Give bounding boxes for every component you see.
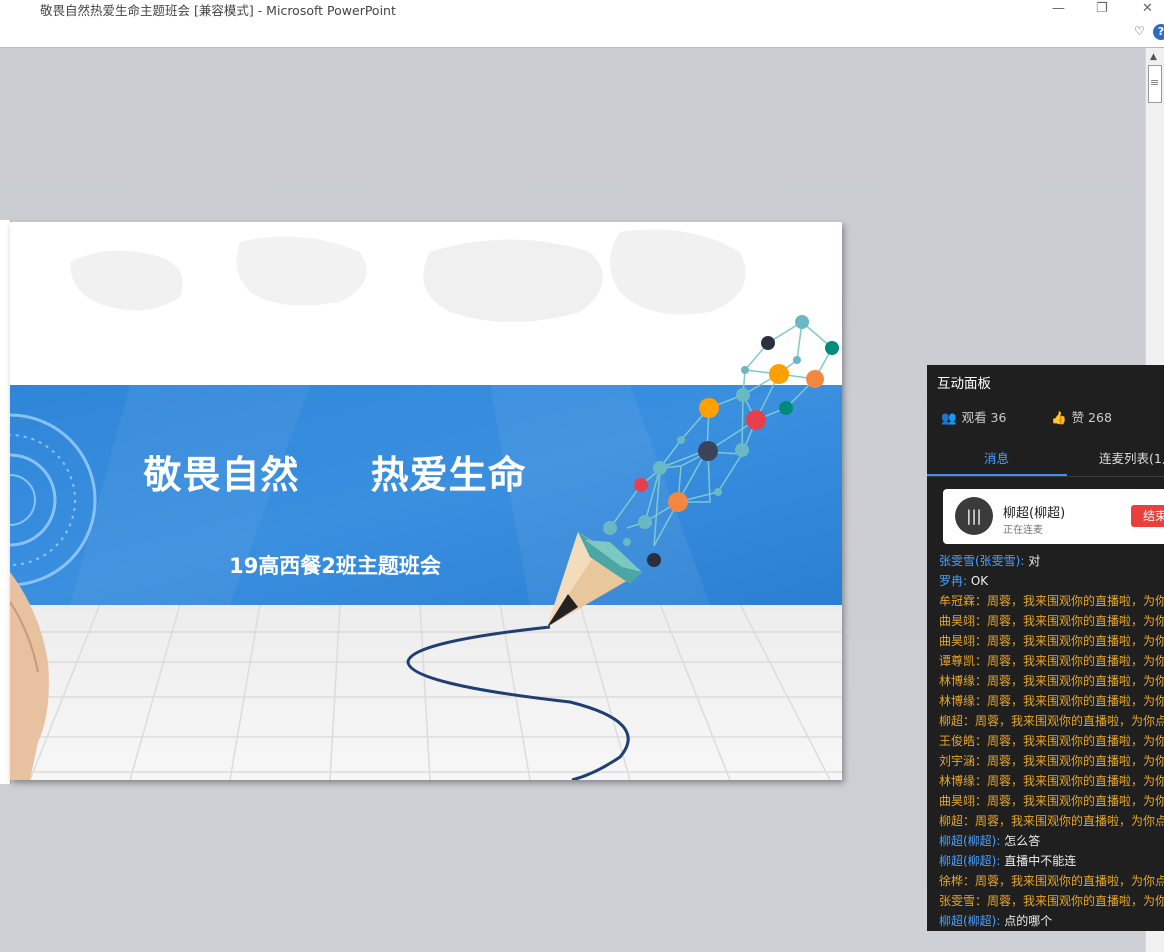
likes-label: 赞 268 <box>1071 410 1112 425</box>
end-mic-button[interactable]: 结束 <box>1131 505 1164 527</box>
message-sender[interactable]: 张雯雪(张雯雪): <box>939 554 1024 568</box>
message-item: 柳超(柳超): 怎么答 <box>939 831 1164 851</box>
message-item: 林博缘：周蓉，我来围观你的直播啦，为你点赞！ <box>939 774 1164 788</box>
message-item: 徐桦：周蓉，我来围观你的直播啦，为你点赞！ <box>939 874 1164 888</box>
ribbon-toggle-icon[interactable]: ♡ <box>1134 24 1145 38</box>
message-sender[interactable]: 罗冉: <box>939 574 967 588</box>
message-text: 直播中不能连 <box>1000 854 1077 868</box>
message-item: 曲昊翊：周蓉，我来围观你的直播啦，为你点赞！ <box>939 634 1164 648</box>
mic-user-name: 柳超(柳超) <box>1003 506 1066 521</box>
scroll-up-icon[interactable]: ▲ <box>1150 52 1157 62</box>
slide-subtitle[interactable]: 19高西餐2班主题班会 <box>10 550 660 580</box>
users-icon: 👥 <box>941 410 957 425</box>
message-item: 罗冉: OK <box>939 571 1164 591</box>
likes-stat[interactable]: 👍 赞 268 <box>1051 407 1112 426</box>
window-title: 敬畏自然热爱生命主题班会 [兼容模式] - Microsoft PowerPoi… <box>40 3 396 18</box>
message-text: 怎么答 <box>1000 834 1041 848</box>
message-item: 张雯雪(张雯雪): 对 <box>939 551 1164 571</box>
message-sender[interactable]: 柳超(柳超): <box>939 834 1000 848</box>
mic-user-status: 正在连麦 <box>1003 525 1043 536</box>
message-text: 对 <box>1024 554 1041 568</box>
slide-artwork <box>10 222 842 780</box>
slide-canvas[interactable]: 敬畏自然 热爱生命 19高西餐2班主题班会 <box>10 222 842 780</box>
scroll-thumb[interactable] <box>1148 65 1162 103</box>
avatar: ||| <box>955 497 993 535</box>
viewers-stat: 👥 观看 36 <box>941 407 1006 426</box>
message-item: 柳超：周蓉，我来围观你的直播啦，为你点赞！ <box>939 714 1164 728</box>
message-item: 林博缘：周蓉，我来围观你的直播啦，为你点赞！ <box>939 694 1164 708</box>
message-item: 王俊皓：周蓉，我来围观你的直播啦，为你点赞！ <box>939 734 1164 748</box>
tab-mic-list[interactable]: 连麦列表(1人) <box>1099 448 1164 467</box>
interactive-panel: 互动面板 👥 观看 36 👍 赞 268 消息 连麦列表(1人) ||| 柳超(柳超… <box>927 365 1164 931</box>
message-item: 牟冠霖：周蓉，我来围观你的直播啦，为你点赞！ <box>939 594 1164 608</box>
mic-user-card: ||| 柳超(柳超) 正在连麦 结束 <box>943 489 1164 544</box>
panel-tabs: 消息 连麦列表(1人) <box>927 442 1164 477</box>
tab-messages[interactable]: 消息 <box>984 448 1009 467</box>
message-text: 点的哪个 <box>1000 914 1053 928</box>
message-list[interactable]: 张雯雪(张雯雪): 对罗冉: OK牟冠霖：周蓉，我来围观你的直播啦，为你点赞！曲… <box>939 551 1164 931</box>
message-item: 张雯雪：周蓉，我来围观你的直播啦，为你点赞！ <box>939 894 1164 908</box>
restore-icon[interactable]: ❐ <box>1096 1 1108 16</box>
message-item: 曲昊翊：周蓉，我来围观你的直播啦，为你点赞！ <box>939 794 1164 808</box>
message-item: 谭尊凯：周蓉，我来围观你的直播啦，为你点赞！ <box>939 654 1164 668</box>
message-sender[interactable]: 柳超(柳超): <box>939 854 1000 868</box>
message-item: 柳超(柳超): 直播中不能连 <box>939 851 1164 871</box>
thumbs-up-icon: 👍 <box>1051 410 1067 425</box>
slide-title[interactable]: 敬畏自然 热爱生命 <box>10 444 660 499</box>
active-tab-indicator <box>927 474 1067 476</box>
help-icon[interactable]: ? <box>1153 24 1164 40</box>
message-item: 林博缘：周蓉，我来围观你的直播啦，为你点赞！ <box>939 674 1164 688</box>
message-item: 柳超(柳超): 点的哪个 <box>939 911 1164 931</box>
message-text: OK <box>967 574 989 588</box>
message-item: 曲昊翊：周蓉，我来围观你的直播啦，为你点赞！ <box>939 614 1164 628</box>
viewers-label: 观看 36 <box>961 410 1007 425</box>
message-item: 刘宇涵：周蓉，我来围观你的直播啦，为你点赞！ <box>939 754 1164 768</box>
title-bar: 敬畏自然热爱生命主题班会 [兼容模式] - Microsoft PowerPoi… <box>0 0 1164 48</box>
message-sender[interactable]: 柳超(柳超): <box>939 914 1000 928</box>
close-icon[interactable]: ✕ <box>1142 1 1153 16</box>
panel-title: 互动面板 <box>937 376 991 392</box>
minimize-icon[interactable]: — <box>1052 1 1065 16</box>
message-item: 柳超：周蓉，我来围观你的直播啦，为你点赞！ <box>939 814 1164 828</box>
